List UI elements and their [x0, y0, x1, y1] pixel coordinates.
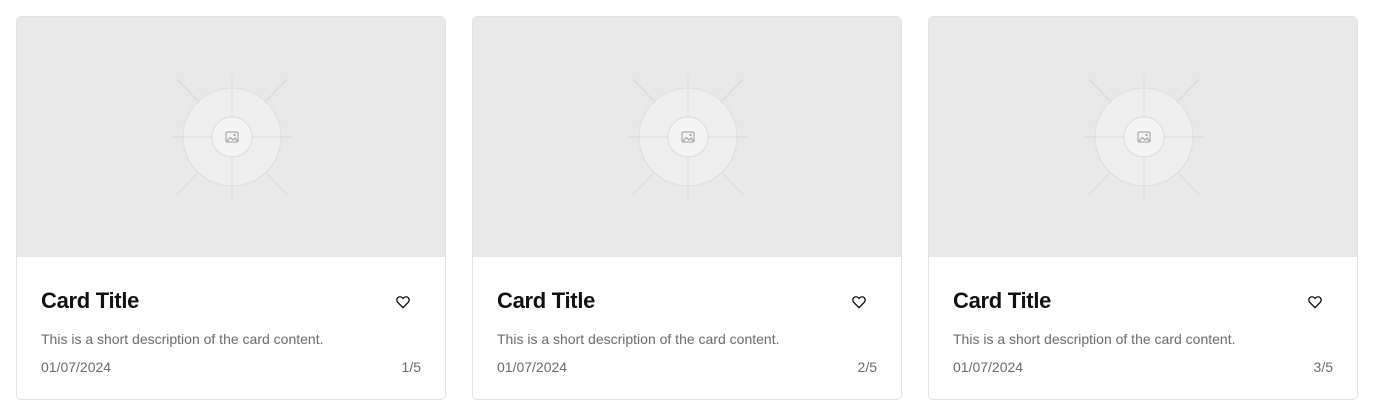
heart-outline-icon	[396, 296, 410, 309]
image-placeholder-graphic	[172, 75, 292, 199]
card-image-placeholder	[473, 17, 901, 257]
card-description: This is a short description of the card …	[497, 331, 780, 347]
image-placeholder-graphic	[1084, 75, 1204, 199]
favorite-button[interactable]	[847, 290, 871, 314]
card-title: Card Title	[953, 288, 1052, 313]
card-grid: Card Title This is a short description o…	[0, 0, 1376, 418]
card-date: 01/07/2024	[953, 359, 1024, 375]
heart-outline-icon	[852, 296, 866, 309]
card-description: This is a short description of the card …	[953, 331, 1236, 347]
card-date: 01/07/2024	[41, 359, 112, 375]
card-position: 1/5	[401, 359, 421, 375]
card[interactable]: Card Title This is a short description o…	[472, 16, 902, 400]
image-placeholder-graphic	[628, 75, 748, 199]
card-position: 3/5	[1313, 359, 1333, 375]
heart-outline-icon	[1308, 296, 1322, 309]
favorite-button[interactable]	[1303, 290, 1327, 314]
card[interactable]: Card Title This is a short description o…	[16, 16, 446, 400]
card[interactable]: Card Title This is a short description o…	[928, 16, 1358, 400]
card-position: 2/5	[857, 359, 877, 375]
card-image-placeholder	[929, 17, 1357, 257]
card-image-placeholder	[17, 17, 445, 257]
card-title: Card Title	[41, 288, 140, 313]
card-date: 01/07/2024	[497, 359, 568, 375]
favorite-button[interactable]	[391, 290, 415, 314]
card-title: Card Title	[497, 288, 596, 313]
card-description: This is a short description of the card …	[41, 331, 324, 347]
